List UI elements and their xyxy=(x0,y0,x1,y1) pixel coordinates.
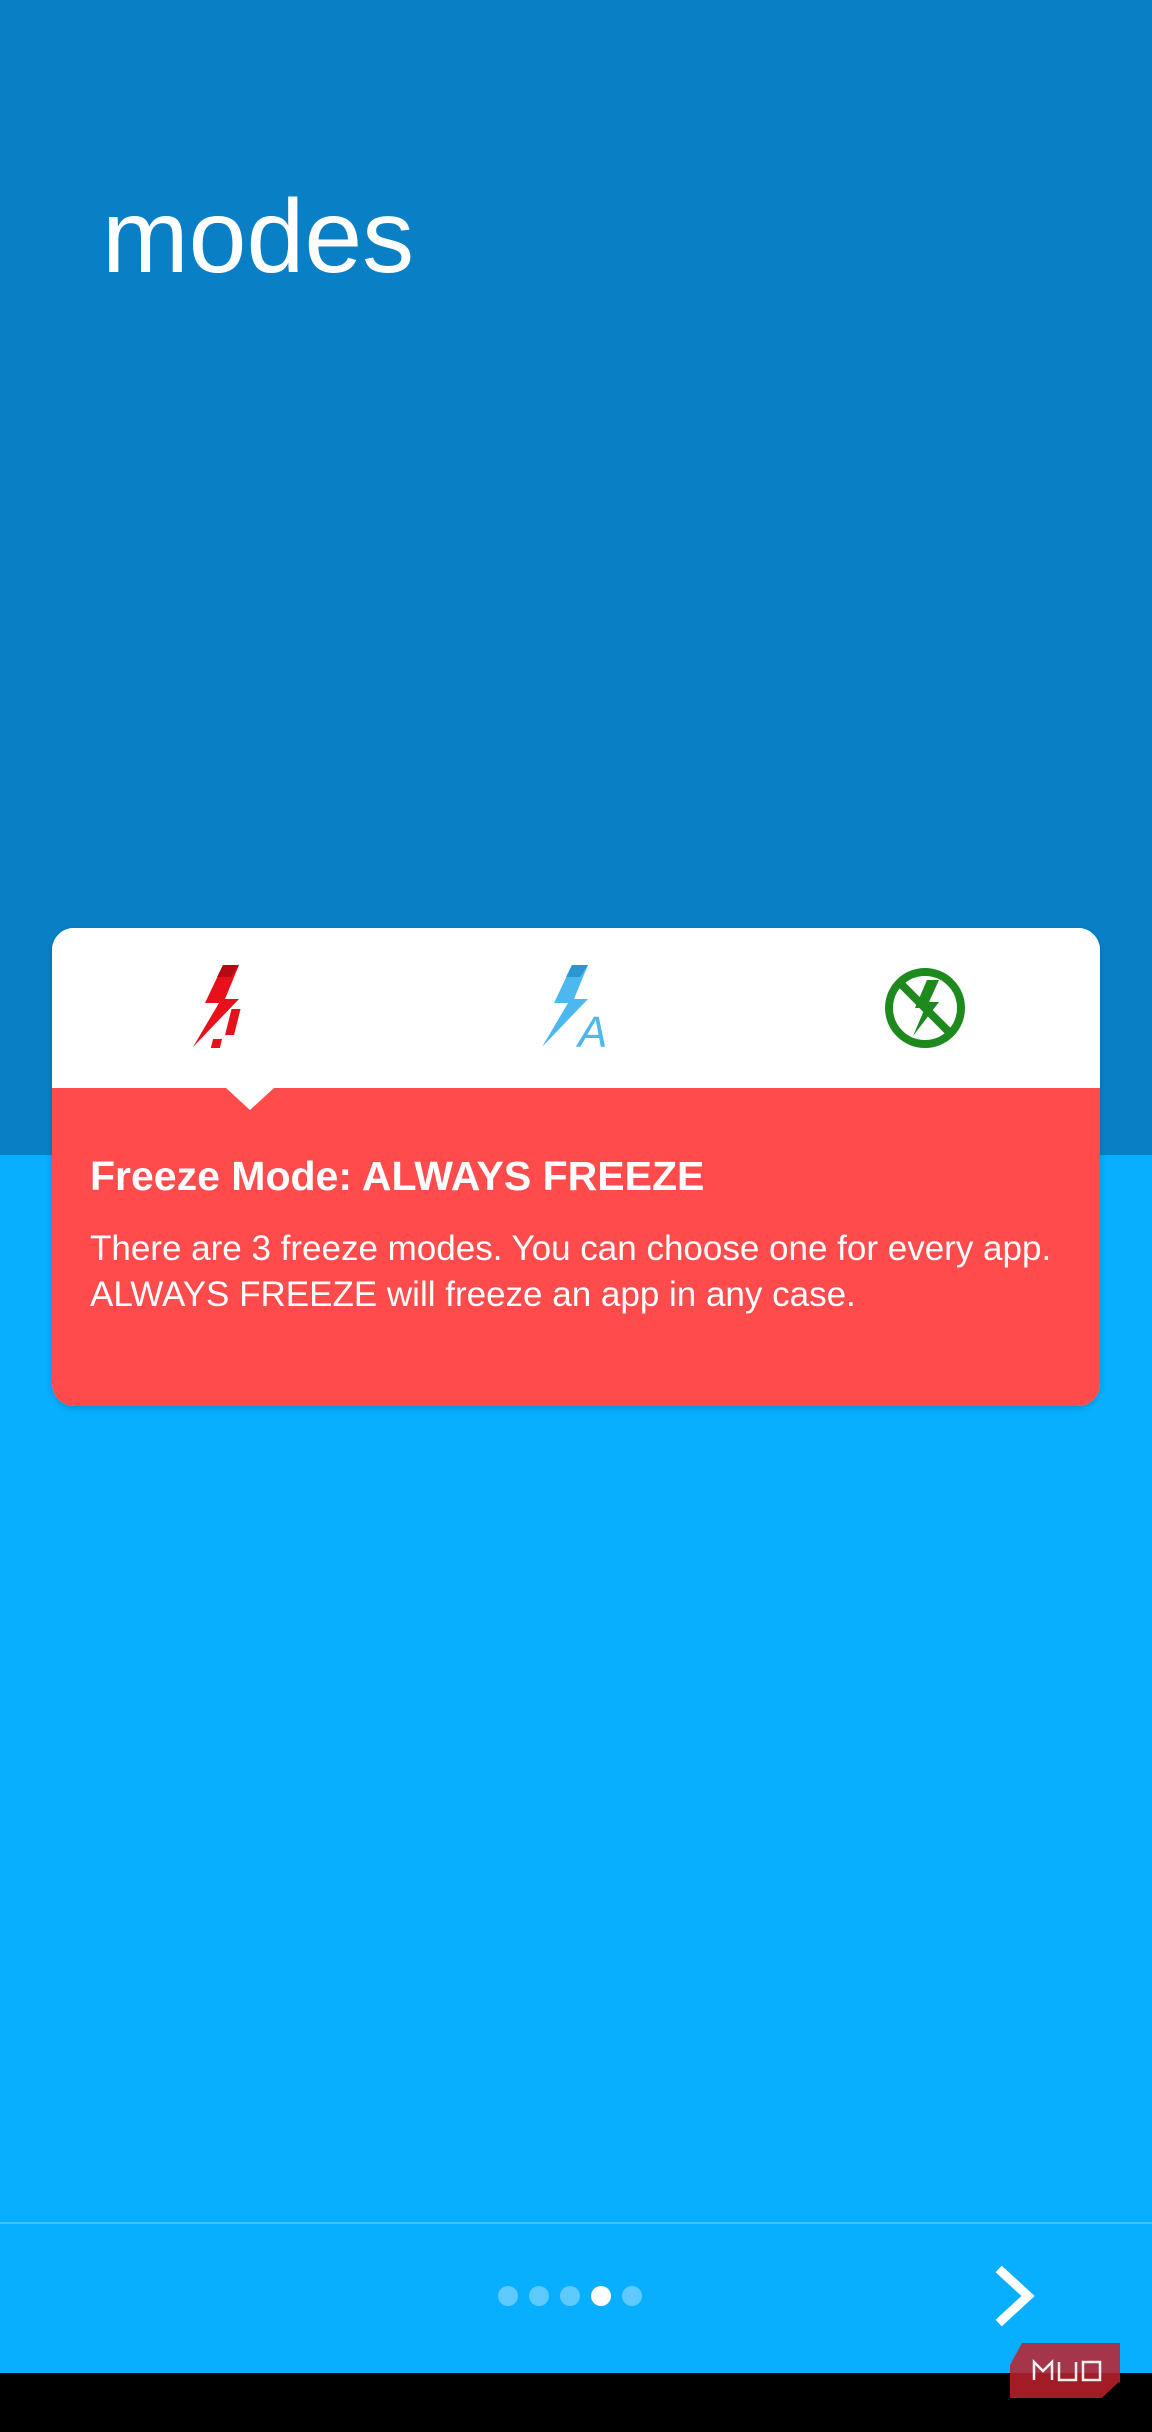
page-dot xyxy=(529,2286,549,2306)
mode-tabs: A xyxy=(52,928,1100,1088)
chevron-right-icon xyxy=(995,2266,1035,2326)
bottom-divider xyxy=(0,2222,1152,2224)
mode-description: There are 3 freeze modes. You can choose… xyxy=(90,1229,1052,1314)
page-dot xyxy=(622,2286,642,2306)
circle-crossed-lightning-icon xyxy=(884,968,965,1048)
page-dot xyxy=(560,2286,580,2306)
next-button[interactable] xyxy=(980,2260,1052,2332)
selected-tab-pointer xyxy=(226,1088,274,1110)
lightning-exclamation-icon xyxy=(192,965,241,1048)
muo-watermark-logo xyxy=(1010,2343,1120,2398)
mode-description-panel: Freeze Mode: ALWAYS FREEZE There are 3 f… xyxy=(52,1088,1100,1406)
page-dot xyxy=(498,2286,518,2306)
tab-never-freeze[interactable] xyxy=(750,928,1099,1088)
svg-text:A: A xyxy=(575,1008,607,1053)
page-title: modes xyxy=(102,179,415,295)
system-navigation-bar xyxy=(0,2373,1152,2432)
mode-heading: Freeze Mode: ALWAYS FREEZE xyxy=(90,1153,705,1199)
tab-always-freeze[interactable] xyxy=(52,928,401,1088)
freeze-mode-card: A Freeze Mode: ALWAYS FREEZE There are 3… xyxy=(52,928,1100,1406)
page-dot-active xyxy=(591,2286,611,2306)
lightning-a-icon: A xyxy=(541,965,607,1053)
page-indicator xyxy=(498,2286,642,2306)
tab-auto-freeze[interactable]: A xyxy=(401,928,750,1088)
